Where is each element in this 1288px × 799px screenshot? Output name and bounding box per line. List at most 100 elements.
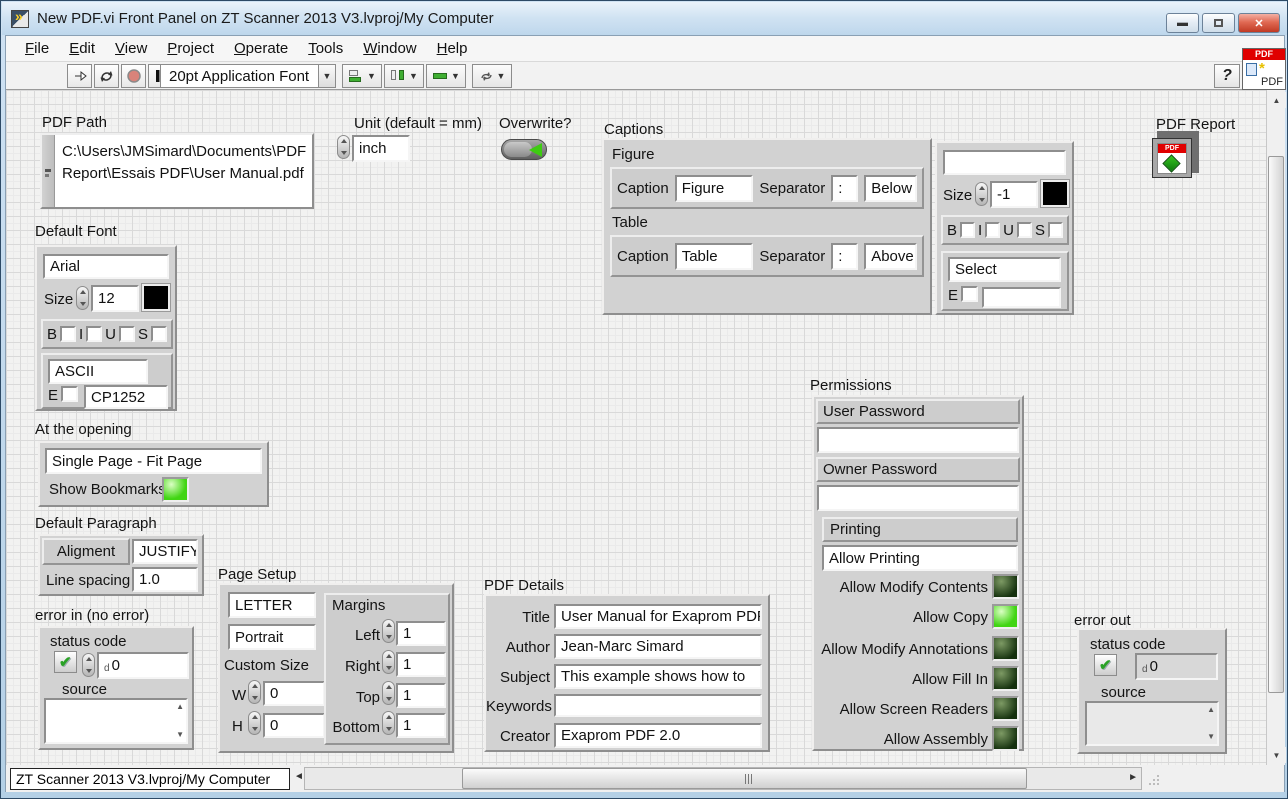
scroll-right-icon[interactable]: ► [1128, 772, 1138, 783]
scroll-up-icon[interactable]: ▲ [1267, 92, 1286, 108]
font-size-field[interactable]: 12 [91, 285, 139, 312]
right-margin-field[interactable]: 1 [396, 652, 446, 677]
size-spinner[interactable] [76, 286, 89, 310]
w-spinner[interactable] [248, 680, 261, 704]
horizontal-scrollbar-thumb[interactable] [462, 768, 1027, 789]
underline-checkbox[interactable] [1017, 222, 1032, 238]
figure-separator-field[interactable]: : [831, 175, 858, 202]
run-button[interactable] [67, 64, 92, 88]
menu-edit[interactable]: Edit [60, 38, 104, 59]
vertical-scrollbar[interactable]: ▲ ▼ [1266, 90, 1285, 765]
font-color-box[interactable] [142, 284, 170, 311]
caption-font-select-field[interactable]: Select [948, 257, 1061, 282]
scroll-down-icon[interactable]: ▼ [1267, 747, 1286, 763]
abort-button[interactable] [121, 64, 146, 88]
top-margin-field[interactable]: 1 [396, 683, 446, 708]
caption-font-color-box[interactable] [1041, 180, 1069, 207]
bottom-margin-field[interactable]: 1 [396, 713, 446, 738]
caption-font-encoding-field[interactable] [982, 287, 1061, 308]
e-checkbox[interactable] [61, 386, 78, 402]
execution-target-selector[interactable]: ZT Scanner 2013 V3.lvproj/My Computer [10, 768, 290, 790]
close-button[interactable]: ✕ [1238, 13, 1280, 33]
alignment-field[interactable]: JUSTIFY [132, 539, 198, 564]
resize-grip[interactable] [1147, 773, 1161, 787]
scroll-down-icon[interactable]: ▼ [176, 731, 184, 739]
run-continuous-button[interactable] [94, 64, 119, 88]
table-caption-field[interactable]: Table [675, 243, 754, 270]
table-separator-field[interactable]: : [831, 243, 858, 270]
figure-position-field[interactable]: Below [864, 175, 917, 202]
user-password-field[interactable] [817, 427, 1019, 453]
strike-checkbox[interactable] [1048, 222, 1063, 238]
menu-project[interactable]: Project [158, 38, 223, 59]
menu-window[interactable]: Window [354, 38, 425, 59]
code-spinner[interactable] [82, 653, 95, 677]
w-field[interactable]: 0 [263, 681, 325, 706]
size-spinner[interactable] [975, 182, 988, 206]
pdf-report-refnum[interactable]: PDF [1152, 131, 1199, 178]
status-check-button[interactable] [54, 651, 77, 673]
caption-font-size-field[interactable]: -1 [990, 181, 1038, 208]
e-checkbox[interactable] [961, 286, 978, 302]
help-button[interactable]: ? [1214, 64, 1240, 88]
overwrite-switch[interactable] [501, 139, 547, 160]
subject-field[interactable]: This example shows how to [554, 664, 762, 689]
strike-checkbox[interactable] [151, 326, 167, 342]
context-left-arrow-icon[interactable]: ◄ [294, 771, 304, 782]
top-margin-spinner[interactable] [382, 681, 395, 705]
creator-field[interactable]: Exaprom PDF 2.0 [554, 723, 762, 748]
view-mode-field[interactable]: Single Page - Fit Page [45, 448, 262, 474]
author-field[interactable]: Jean-Marc Simard [554, 634, 762, 659]
chevron-down-icon[interactable]: ▼ [318, 65, 335, 87]
allow-modify-contents-led[interactable] [992, 574, 1019, 599]
code-field[interactable]: d 0 [97, 652, 189, 679]
source-field[interactable]: ▲ ▼ [44, 698, 188, 744]
figure-caption-field[interactable]: Figure [675, 175, 754, 202]
font-name-field[interactable]: Arial [43, 254, 169, 279]
left-margin-field[interactable]: 1 [396, 621, 446, 646]
h-spinner[interactable] [248, 711, 261, 735]
line-spacing-field[interactable]: 1.0 [132, 567, 198, 592]
bottom-margin-spinner[interactable] [382, 711, 395, 735]
show-bookmarks-led[interactable] [162, 477, 189, 502]
allow-copy-led[interactable] [992, 604, 1019, 629]
encoding-field[interactable]: CP1252 [84, 385, 168, 409]
distribute-objects-dropdown[interactable]: ▼ [384, 64, 424, 88]
menu-view[interactable]: View [106, 38, 156, 59]
italic-checkbox[interactable] [86, 326, 102, 342]
allow-assembly-led[interactable] [992, 726, 1019, 751]
menu-tools[interactable]: Tools [299, 38, 352, 59]
pdf-path-value[interactable]: C:\Users\JMSimard\Documents\PDF Report\E… [55, 135, 312, 207]
scroll-up-icon[interactable]: ▲ [1207, 706, 1215, 714]
menu-operate[interactable]: Operate [225, 38, 297, 59]
charset-field[interactable]: ASCII [48, 359, 148, 384]
path-browse-icon[interactable] [42, 135, 55, 207]
vertical-scrollbar-thumb[interactable] [1268, 156, 1284, 693]
underline-checkbox[interactable] [119, 326, 135, 342]
keywords-field[interactable] [554, 694, 762, 717]
bold-checkbox[interactable] [60, 326, 76, 342]
printing-field[interactable]: Allow Printing [822, 545, 1018, 571]
reorder-dropdown[interactable]: ▼ [472, 64, 512, 88]
bold-checkbox[interactable] [960, 222, 975, 238]
scroll-up-icon[interactable]: ▲ [176, 703, 184, 711]
allow-fill-in-led[interactable] [992, 666, 1019, 691]
horizontal-scrollbar[interactable]: ► [304, 767, 1142, 790]
caption-font-name-field[interactable] [943, 150, 1066, 175]
allow-modify-annotations-led[interactable] [992, 636, 1019, 661]
align-objects-dropdown[interactable]: ▼ [342, 64, 382, 88]
table-position-field[interactable]: Above [864, 243, 917, 270]
menu-help[interactable]: Help [428, 38, 477, 59]
allow-screen-readers-led[interactable] [992, 696, 1019, 721]
italic-checkbox[interactable] [985, 222, 1000, 238]
minimize-button[interactable]: ▬ [1166, 13, 1199, 33]
orientation-field[interactable]: Portrait [228, 624, 316, 650]
maximize-button[interactable] [1202, 13, 1235, 33]
title-field[interactable]: User Manual for Exaprom PDF [554, 604, 762, 629]
left-margin-spinner[interactable] [382, 619, 395, 643]
pdf-path-control[interactable]: C:\Users\JMSimard\Documents\PDF Report\E… [40, 133, 314, 209]
unit-field[interactable]: inch [352, 135, 410, 162]
unit-spinner[interactable] [337, 135, 350, 159]
menu-file[interactable]: File [16, 38, 58, 59]
owner-password-field[interactable] [817, 485, 1019, 511]
